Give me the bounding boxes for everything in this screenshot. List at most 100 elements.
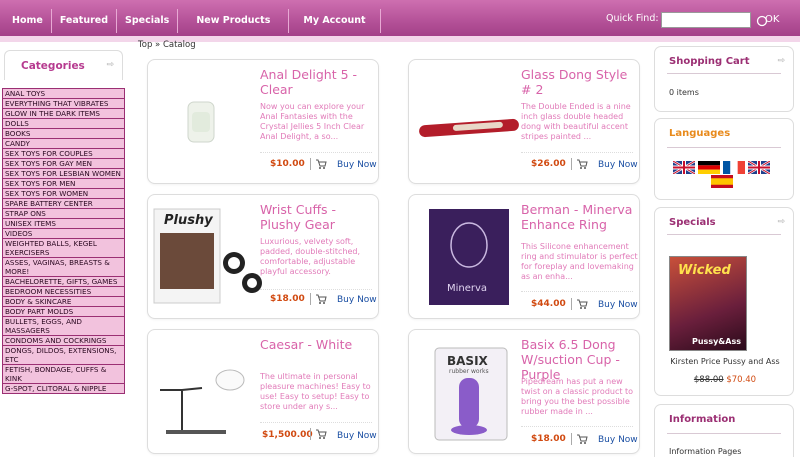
nav-featured[interactable]: Featured [52, 9, 118, 33]
product-title[interactable]: Glass Dong Style # 2 [521, 67, 637, 97]
buy-now-button[interactable]: Buy Now [337, 160, 377, 170]
category-item[interactable]: Unisex Items [2, 219, 125, 229]
separator [310, 293, 311, 305]
separator [571, 433, 572, 445]
cart-icon[interactable] [576, 298, 588, 310]
left-sidebar: Categories ⇨ Anal Toys Everything that V… [0, 44, 127, 457]
product-image[interactable] [152, 68, 252, 174]
categories-header: Categories ⇨ [4, 50, 123, 80]
category-item[interactable]: Sex Toys for Lesbian Women [2, 169, 125, 179]
category-item[interactable]: Asses, Vaginas, Breasts & More! [2, 258, 125, 277]
specials-new-price: $70.40 [726, 375, 757, 385]
arrow-right-icon[interactable]: ⇨ [777, 56, 785, 66]
specials-old-price: $88.00 [693, 375, 724, 385]
german-flag-icon[interactable] [698, 161, 720, 174]
product-description: The Double Ended is a nine inch glass do… [521, 102, 631, 141]
category-item[interactable]: Sex Toys for Men [2, 179, 125, 189]
specials-title[interactable]: Specials [669, 217, 716, 228]
product-image[interactable]: Minerva [413, 203, 513, 309]
category-item[interactable]: Sex Toys for Women [2, 189, 125, 199]
languages-box: Languages [654, 118, 794, 200]
category-item[interactable]: Bedroom Necessities [2, 287, 125, 297]
breadcrumb: Top » Catalog [138, 40, 196, 50]
quick-find-input[interactable] [661, 12, 751, 28]
divider [667, 433, 781, 434]
product-title[interactable]: Anal Delight 5 - Clear [260, 67, 376, 97]
arrow-right-icon[interactable]: ⇨ [777, 217, 785, 227]
buy-now-button[interactable]: Buy Now [598, 300, 638, 310]
category-item[interactable]: Weighted Balls, Kegel Exercisers [2, 239, 125, 258]
category-item[interactable]: G-Spot, Clitoral & Nipple [2, 384, 125, 394]
category-item[interactable]: Sex Toys for Couples [2, 149, 125, 159]
product-card: Minerva Berman - Minerva Enhance Ring Th… [408, 194, 640, 319]
cart-icon[interactable] [315, 428, 327, 440]
category-item[interactable]: Sex Toys for Gay Men [2, 159, 125, 169]
cart-icon[interactable] [576, 158, 588, 170]
buy-now-button[interactable]: Buy Now [598, 160, 638, 170]
uk-flag-icon[interactable] [748, 161, 770, 174]
category-item[interactable]: Anal Toys [2, 88, 125, 99]
category-item[interactable]: Fetish, Bondage, Cuffs & Kink [2, 365, 125, 384]
cart-item-count: 0 items [669, 88, 699, 97]
product-card: Anal Delight 5 - Clear Now you can explo… [147, 59, 379, 184]
product-image[interactable]: BASIX rubber works [413, 338, 513, 444]
divider [521, 152, 633, 153]
divider [260, 152, 372, 153]
category-item[interactable]: Everything that Vibrates [2, 99, 125, 109]
specials-box: Specials ⇨ Wicked Pussy&Ass Kirsten Pric… [654, 207, 794, 396]
buy-now-button[interactable]: Buy Now [598, 435, 638, 445]
buy-now-button[interactable]: Buy Now [337, 295, 377, 305]
product-title[interactable]: Wrist Cuffs - Plushy Gear [260, 202, 376, 232]
spanish-flag-icon[interactable] [711, 175, 733, 188]
category-item[interactable]: Dongs, Dildos, Extensions, etc [2, 346, 125, 365]
cart-icon[interactable] [315, 158, 327, 170]
product-image[interactable] [413, 68, 519, 174]
product-price: $44.00 [531, 299, 566, 309]
product-title[interactable]: Caesar - White [260, 337, 376, 352]
breadcrumb-separator: » [155, 40, 161, 50]
category-item[interactable]: Candy [2, 139, 125, 149]
category-item[interactable]: Bachelorette, Gifts, Games [2, 277, 125, 287]
category-item[interactable]: Condoms and Cockrings [2, 336, 125, 346]
information-title: Information [669, 414, 736, 425]
category-item[interactable]: Books [2, 129, 125, 139]
product-image[interactable]: Plushy [152, 203, 262, 309]
product-price: $18.00 [531, 434, 566, 444]
nav-my-account[interactable]: My Account [289, 9, 381, 33]
product-title[interactable]: Berman - Minerva Enhance Ring [521, 202, 637, 232]
divider [667, 73, 781, 74]
specials-product-image[interactable]: Wicked Pussy&Ass [669, 256, 747, 351]
category-item[interactable]: Glow In the Dark Items [2, 109, 125, 119]
category-item[interactable]: Body & Skincare [2, 297, 125, 307]
quick-find-ok-label: OK [765, 14, 780, 25]
category-item[interactable]: Spare Battery Center [2, 199, 125, 209]
nav-specials[interactable]: Specials [117, 9, 179, 33]
category-item[interactable]: Dolls [2, 119, 125, 129]
divider [260, 289, 372, 290]
category-item[interactable]: Bullets, Eggs, and Massagers [2, 317, 125, 336]
product-image[interactable] [152, 338, 252, 444]
category-item[interactable]: Body Part Molds [2, 307, 125, 317]
specials-product-name[interactable]: Kirsten Price Pussy and Ass [669, 357, 781, 366]
cart-icon[interactable] [315, 293, 327, 305]
separator [310, 158, 311, 170]
arrow-right-icon[interactable]: ⇨ [106, 60, 114, 70]
french-flag-icon[interactable] [723, 161, 745, 174]
product-card: Caesar - White The ultimate in personal … [147, 329, 379, 454]
cart-icon[interactable] [576, 433, 588, 445]
nav-home[interactable]: Home [4, 9, 52, 33]
breadcrumb-catalog[interactable]: Catalog [163, 40, 196, 50]
nav-new-products[interactable]: New Products [178, 9, 290, 33]
shopping-cart-title[interactable]: Shopping Cart [669, 56, 750, 67]
divider [667, 234, 781, 235]
category-item[interactable]: Strap Ons [2, 209, 125, 219]
product-description: Now you can explore your Anal Fantasies … [260, 102, 365, 141]
quick-find-label: Quick Find: [606, 13, 659, 24]
buy-now-button[interactable]: Buy Now [337, 431, 377, 441]
uk-flag-icon[interactable] [673, 161, 695, 174]
product-title[interactable]: Basix 6.5 Dong W/suction Cup - Purple [521, 337, 637, 382]
information-pages-link[interactable]: Information Pages [669, 447, 741, 456]
category-list: Anal Toys Everything that Vibrates Glow … [2, 88, 125, 394]
category-item[interactable]: Videos [2, 229, 125, 239]
breadcrumb-top[interactable]: Top [138, 40, 152, 50]
